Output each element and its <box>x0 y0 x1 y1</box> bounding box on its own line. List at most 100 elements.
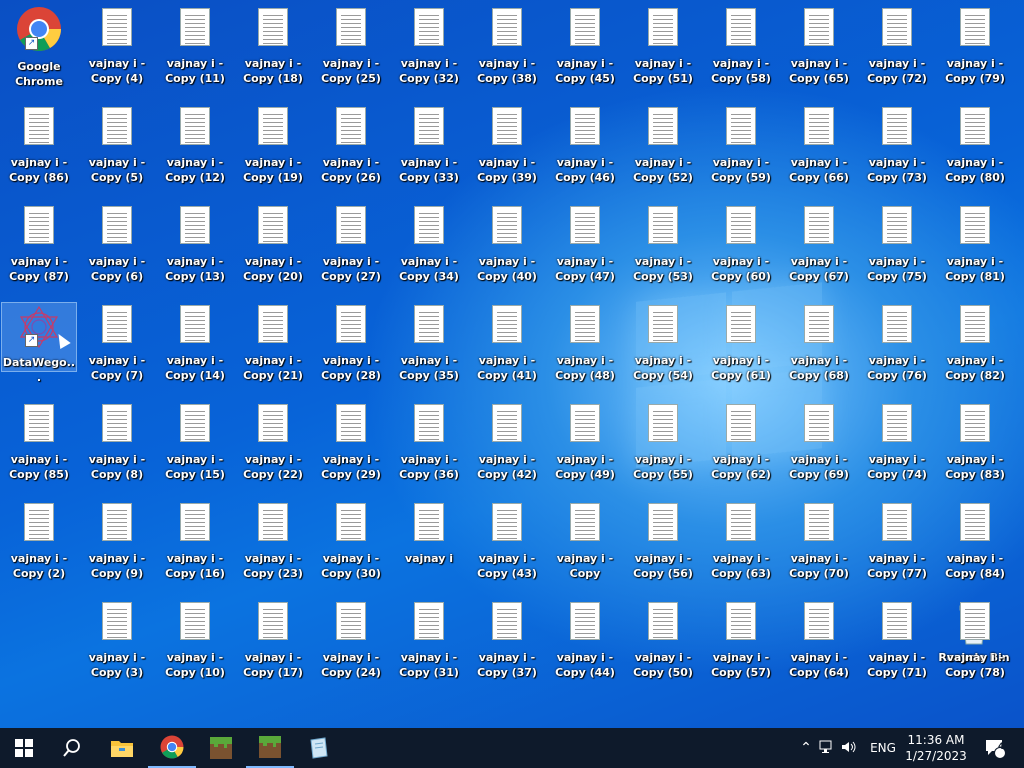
desktop[interactable]: ↗ Google Chrome ↗ DataWego... ♻ Recycle <box>0 0 1024 728</box>
file-icon[interactable]: vajnay i - Copy (36) <box>392 402 466 494</box>
file-icon[interactable]: vajnay i - Copy (80) <box>938 105 1012 197</box>
file-icon[interactable]: vajnay i - Copy (35) <box>392 303 466 395</box>
file-icon[interactable]: vajnay i - Copy (53) <box>626 204 700 296</box>
file-icon[interactable]: vajnay i - Copy (19) <box>236 105 310 197</box>
file-icon[interactable]: vajnay i - Copy (59) <box>704 105 778 197</box>
file-icon[interactable]: vajnay i - Copy (31) <box>392 600 466 692</box>
file-icon[interactable]: vajnay i - Copy (6) <box>80 204 154 296</box>
minecraft-launcher-taskbar-button[interactable] <box>246 728 294 768</box>
file-explorer-button[interactable] <box>98 728 146 768</box>
file-icon[interactable]: vajnay i - Copy (14) <box>158 303 232 395</box>
file-icon[interactable]: vajnay i - Copy (68) <box>782 303 856 395</box>
language-indicator[interactable]: ENG <box>866 741 900 755</box>
file-icon[interactable]: vajnay i - Copy (23) <box>236 501 310 593</box>
file-icon[interactable]: vajnay i - Copy (41) <box>470 303 544 395</box>
file-icon[interactable]: vajnay i - Copy (54) <box>626 303 700 395</box>
file-icon[interactable]: vajnay i - Copy (43) <box>470 501 544 593</box>
file-icon[interactable]: vajnay i - Copy (48) <box>548 303 622 395</box>
file-icon[interactable]: vajnay i - Copy (78) <box>938 600 1012 692</box>
file-icon[interactable]: vajnay i - Copy (79) <box>938 6 1012 98</box>
file-icon[interactable]: vajnay i - Copy (3) <box>80 600 154 692</box>
file-icon[interactable]: vajnay i - Copy (26) <box>314 105 388 197</box>
file-icon[interactable]: vajnay i - Copy (69) <box>782 402 856 494</box>
file-icon[interactable]: vajnay i - Copy (28) <box>314 303 388 395</box>
file-icon[interactable]: vajnay i - Copy (60) <box>704 204 778 296</box>
file-icon[interactable]: vajnay i - Copy (9) <box>80 501 154 593</box>
search-button[interactable] <box>48 728 96 768</box>
file-icon[interactable]: vajnay i - Copy (45) <box>548 6 622 98</box>
file-icon[interactable]: vajnay i - Copy (83) <box>938 402 1012 494</box>
file-icon[interactable]: vajnay i - Copy (38) <box>470 6 544 98</box>
file-icon[interactable]: vajnay i - Copy (29) <box>314 402 388 494</box>
file-icon[interactable]: vajnay i - Copy (25) <box>314 6 388 98</box>
file-icon[interactable]: vajnay i - Copy (49) <box>548 402 622 494</box>
file-icon[interactable]: vajnay i - Copy (10) <box>158 600 232 692</box>
file-icon[interactable]: vajnay i - Copy (13) <box>158 204 232 296</box>
file-icon[interactable]: vajnay i - Copy (21) <box>236 303 310 395</box>
notepad-taskbar-button[interactable] <box>294 728 342 768</box>
file-icon[interactable]: vajnay i - Copy (84) <box>938 501 1012 593</box>
file-icon[interactable]: vajnay i - Copy (5) <box>80 105 154 197</box>
file-icon[interactable]: vajnay i - Copy (7) <box>80 303 154 395</box>
file-icon[interactable]: vajnay i - Copy (51) <box>626 6 700 98</box>
file-icon[interactable]: vajnay i - Copy (58) <box>704 6 778 98</box>
chrome-taskbar-button[interactable] <box>148 728 196 768</box>
file-icon[interactable]: vajnay i - Copy (81) <box>938 204 1012 296</box>
file-icon[interactable]: vajnay i <box>392 501 466 593</box>
clock[interactable]: 11:36 AM 1/27/2023 <box>898 728 974 768</box>
volume-icon[interactable] <box>838 740 860 757</box>
file-icon[interactable]: vajnay i - Copy (33) <box>392 105 466 197</box>
google-chrome-shortcut[interactable]: ↗ Google Chrome <box>2 6 76 98</box>
file-icon[interactable]: vajnay i - Copy (73) <box>860 105 934 197</box>
file-icon[interactable]: vajnay i - Copy (37) <box>470 600 544 692</box>
file-icon[interactable]: vajnay i - Copy (42) <box>470 402 544 494</box>
file-icon[interactable]: vajnay i - Copy (46) <box>548 105 622 197</box>
file-icon[interactable]: vajnay i - Copy (11) <box>158 6 232 98</box>
file-icon[interactable]: vajnay i - Copy (77) <box>860 501 934 593</box>
file-icon[interactable]: vajnay i - Copy (70) <box>782 501 856 593</box>
file-icon[interactable]: vajnay i - Copy (32) <box>392 6 466 98</box>
file-icon[interactable]: vajnay i - Copy (44) <box>548 600 622 692</box>
file-icon[interactable]: vajnay i - Copy (52) <box>626 105 700 197</box>
file-icon[interactable]: vajnay i - Copy (64) <box>782 600 856 692</box>
file-icon[interactable]: vajnay i - Copy (67) <box>782 204 856 296</box>
file-icon[interactable]: vajnay i - Copy (63) <box>704 501 778 593</box>
notification-center-button[interactable]: 4 <box>980 728 1010 768</box>
start-button[interactable] <box>0 728 48 768</box>
file-icon[interactable]: vajnay i - Copy (18) <box>236 6 310 98</box>
file-icon[interactable]: vajnay i - Copy (4) <box>80 6 154 98</box>
file-icon[interactable]: vajnay i - Copy (74) <box>860 402 934 494</box>
file-icon[interactable]: vajnay i - Copy (86) <box>2 105 76 197</box>
file-icon[interactable]: vajnay i - Copy (39) <box>470 105 544 197</box>
file-icon[interactable]: vajnay i - Copy (65) <box>782 6 856 98</box>
file-icon[interactable]: vajnay i - Copy (17) <box>236 600 310 692</box>
network-icon[interactable] <box>816 740 838 757</box>
file-icon[interactable]: vajnay i - Copy (8) <box>80 402 154 494</box>
file-icon[interactable]: vajnay i - Copy (56) <box>626 501 700 593</box>
file-icon[interactable]: vajnay i - Copy (50) <box>626 600 700 692</box>
file-icon[interactable]: vajnay i - Copy (2) <box>2 501 76 593</box>
file-icon[interactable]: vajnay i - Copy (75) <box>860 204 934 296</box>
minecraft-taskbar-button[interactable] <box>197 728 245 768</box>
file-icon[interactable]: vajnay i - Copy (20) <box>236 204 310 296</box>
file-icon[interactable]: vajnay i - Copy (57) <box>704 600 778 692</box>
file-icon[interactable]: vajnay i - Copy (27) <box>314 204 388 296</box>
file-icon[interactable]: vajnay i - Copy (85) <box>2 402 76 494</box>
file-icon[interactable]: vajnay i - Copy (40) <box>470 204 544 296</box>
file-icon[interactable]: vajnay i - Copy (30) <box>314 501 388 593</box>
file-icon[interactable]: vajnay i - Copy (34) <box>392 204 466 296</box>
file-icon[interactable]: vajnay i - Copy (55) <box>626 402 700 494</box>
file-icon[interactable]: vajnay i - Copy (66) <box>782 105 856 197</box>
file-icon[interactable]: vajnay i - Copy (24) <box>314 600 388 692</box>
file-icon[interactable]: vajnay i - Copy (16) <box>158 501 232 593</box>
file-icon[interactable]: vajnay i - Copy (61) <box>704 303 778 395</box>
file-icon[interactable]: vajnay i - Copy (76) <box>860 303 934 395</box>
file-icon[interactable]: vajnay i - Copy (72) <box>860 6 934 98</box>
chevron-up-icon[interactable]: ⌃ <box>796 740 816 756</box>
file-icon[interactable]: vajnay i - Copy (47) <box>548 204 622 296</box>
file-icon[interactable]: vajnay i - Copy (82) <box>938 303 1012 395</box>
file-icon[interactable]: vajnay i - Copy (87) <box>2 204 76 296</box>
file-icon[interactable]: vajnay i - Copy (22) <box>236 402 310 494</box>
file-icon[interactable]: vajnay i - Copy (62) <box>704 402 778 494</box>
file-icon[interactable]: vajnay i - Copy (71) <box>860 600 934 692</box>
